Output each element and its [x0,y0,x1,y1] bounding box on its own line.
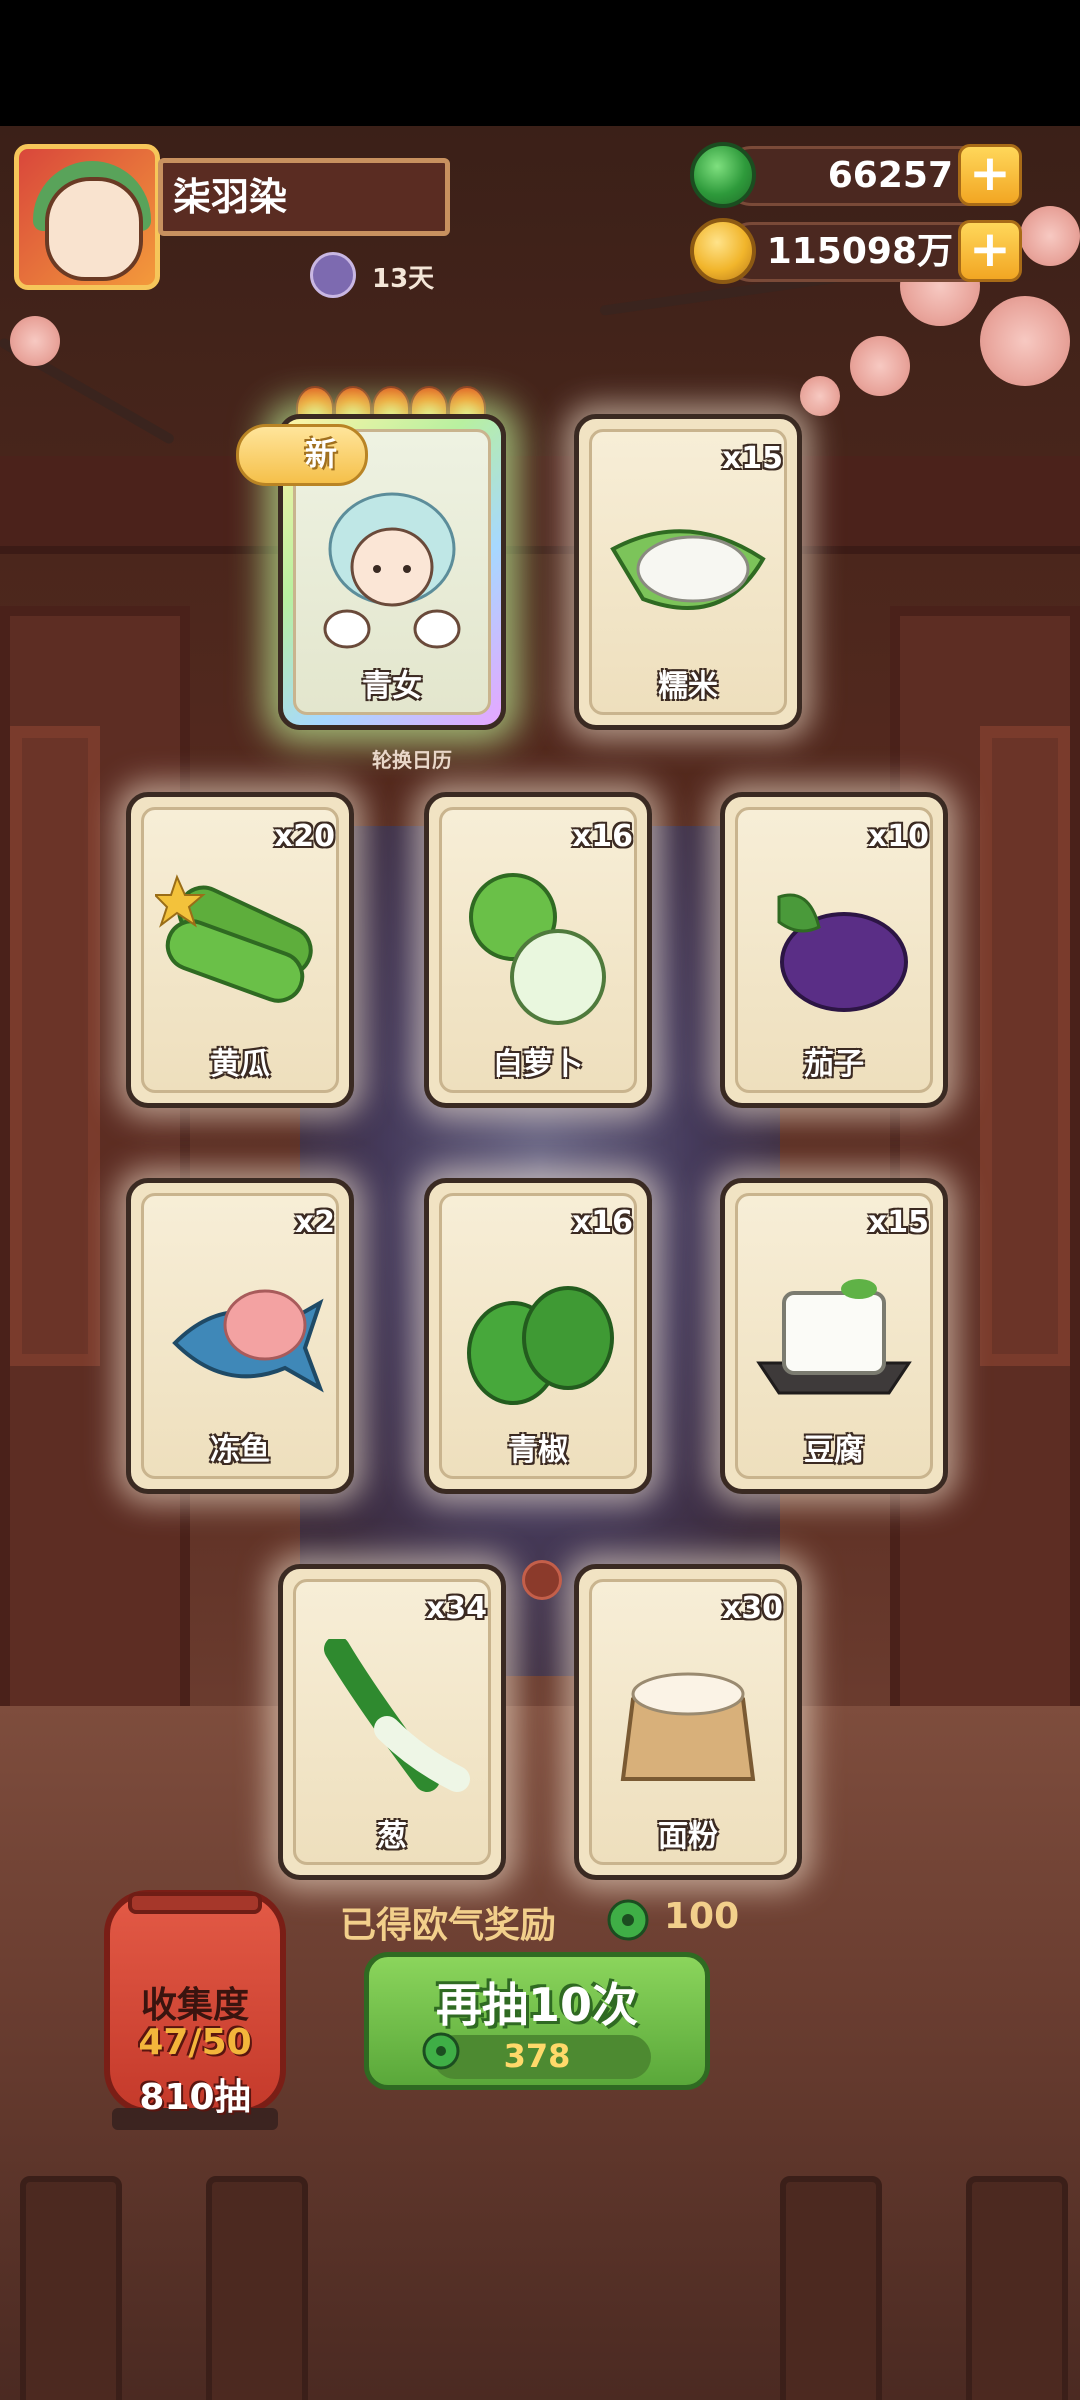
card-tofu[interactable]: x15 豆腐 [720,1178,948,1494]
background-window-right [980,726,1070,1366]
card-count: x34 [425,1591,487,1626]
card-count: x15 [867,1205,929,1240]
card-green-pepper[interactable]: x16 青椒 [424,1178,652,1494]
rice-leaf-icon [610,529,766,610]
lantern-cap [128,1892,262,1914]
card-cucumber[interactable]: x20 黄瓜 [126,792,354,1108]
background-railing [20,2176,122,2400]
card-eggplant[interactable]: x10 茄子 [720,792,948,1108]
card-name: 葱 [377,1819,407,1854]
card-glutinous-rice[interactable]: x15 糯米 [574,414,802,730]
jade-icon [607,1899,649,1941]
card-name: 面粉 [658,1819,718,1854]
eggplant-icon [777,893,908,1012]
days-icon [310,252,356,298]
card-count: x10 [867,819,929,854]
cucumber-icon [155,874,313,1003]
card-frozen-fish[interactable]: x2 冻鱼 [126,1178,354,1494]
card-count: x16 [571,819,633,854]
card-count: x30 [721,1591,783,1626]
reward-value: 100 [664,1896,740,1937]
coin-icon [690,218,756,284]
blossom-decoration [800,376,840,416]
tofu-icon [756,1279,912,1395]
card-name: 豆腐 [804,1433,864,1468]
card-white-radish[interactable]: x16 白萝卜 [424,792,652,1108]
card-name: 糯米 [658,669,718,704]
card-count: x2 [294,1205,335,1240]
center-ornament-icon [522,1560,562,1600]
fairy-portrait-icon [323,492,461,649]
draw-button-label: 再抽10次 [435,1978,638,2032]
fish-icon [172,1289,324,1393]
card-name: 青椒 [508,1433,568,1468]
background-beam [0,456,1080,554]
draw-again-button[interactable]: 再抽10次 378 [364,1952,710,2090]
player-name: 柒羽染 [158,158,450,236]
radish-icon [469,873,606,1025]
new-badge: 新 [236,424,368,486]
blossom-decoration [1020,206,1080,266]
login-days: 13天 [372,264,435,294]
blossom-decoration [850,336,910,396]
scallion-icon [324,1639,470,1792]
collection-progress: 47/50 [138,2022,252,2063]
background-railing [966,2176,1068,2400]
blossom-decoration [980,296,1070,386]
rotate-calendar-label[interactable]: 轮换日历 [372,744,452,773]
card-name: 青女 [362,669,422,704]
card-scallion[interactable]: x34 葱 [278,1564,506,1880]
add-coin-button[interactable]: + [958,220,1022,282]
draw-cost: 378 [503,2037,571,2075]
add-jade-button[interactable]: + [958,144,1022,206]
status-bar [0,0,1080,126]
blossom-decoration [10,316,60,366]
card-count: x20 [273,819,335,854]
player-avatar[interactable] [14,144,160,290]
background-window-left [10,726,100,1366]
reward-label: 已得欧气奖励 [340,1905,557,1946]
green-pepper-icon [467,1286,614,1405]
card-flour[interactable]: x30 面粉 [574,1564,802,1880]
collection-draws: 810抽 [139,2077,251,2118]
card-name: 黄瓜 [210,1047,270,1082]
background-railing [780,2176,882,2400]
card-name: 白萝卜 [493,1047,583,1082]
collection-title: 收集度 [140,1985,249,2026]
card-name: 茄子 [804,1047,864,1082]
jade-icon [690,142,756,208]
card-count: x16 [571,1205,633,1240]
background-railing [206,2176,308,2400]
card-count: x15 [721,441,783,476]
flour-sack-icon [620,1672,756,1781]
avatar-face [45,177,143,281]
card-name: 冻鱼 [210,1433,270,1468]
